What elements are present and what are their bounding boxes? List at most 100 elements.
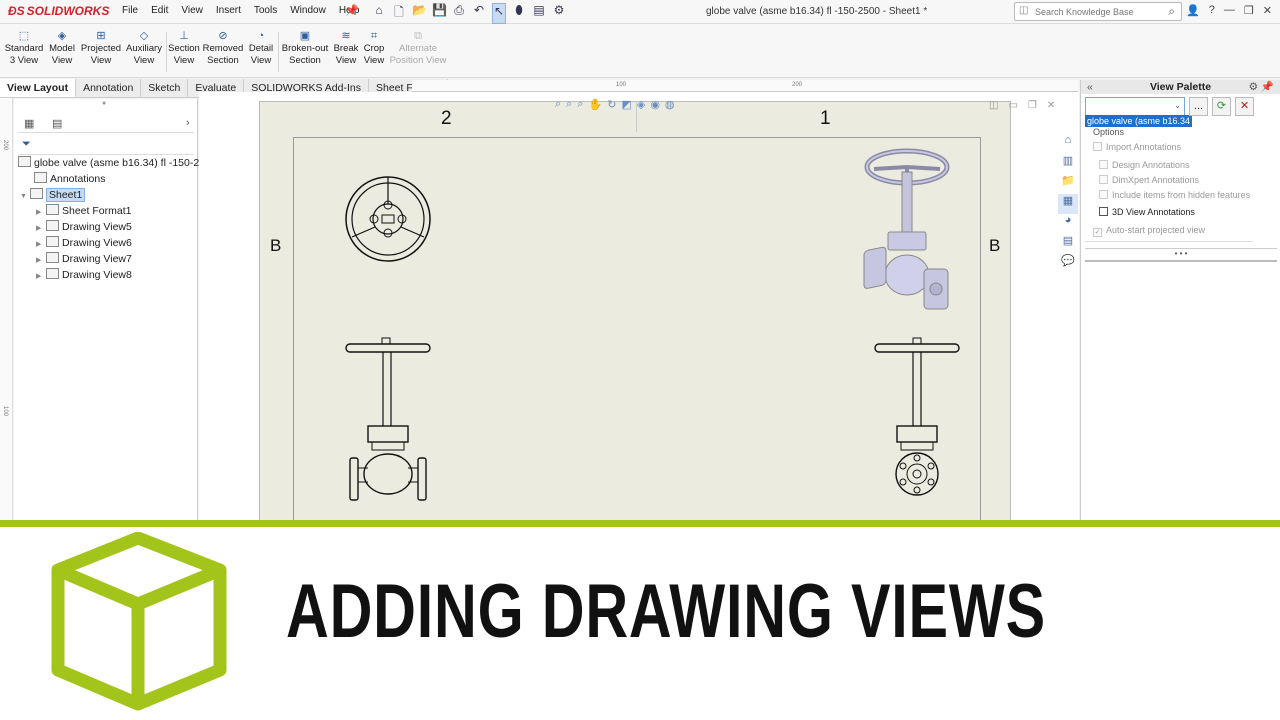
search-scope-icon[interactable]: ◫: [1019, 5, 1028, 16]
filter-icon[interactable]: ⏷: [22, 138, 31, 151]
view-settings-icon[interactable]: ◍: [665, 98, 675, 111]
search-icon[interactable]: ⌕: [1168, 4, 1175, 19]
expand-tabs-chevron-icon[interactable]: ›: [186, 117, 190, 129]
3d-view-annotations-checkbox[interactable]: 3D View Annotations: [1099, 207, 1195, 217]
panel-grip-icon[interactable]: ●: [102, 100, 106, 107]
tab-annotation[interactable]: Annotation: [76, 79, 142, 98]
file-properties-icon[interactable]: ▤: [532, 3, 546, 24]
refresh-button[interactable]: ⟳: [1212, 97, 1231, 116]
restore-icon[interactable]: ❐: [1244, 4, 1254, 17]
dimxpert-annotations-checkbox[interactable]: DimXpert Annotations: [1099, 175, 1199, 185]
design-annotations-checkbox[interactable]: Design Annotations: [1099, 160, 1190, 170]
options-gear-icon[interactable]: ⚙: [552, 3, 566, 24]
tree-item-sheet-format1[interactable]: ▶ Sheet Format1: [36, 204, 131, 217]
tree-item-drawing-view6[interactable]: ▶ Drawing View6: [36, 236, 132, 249]
browse-button[interactable]: ...: [1189, 97, 1208, 116]
menu-tools[interactable]: Tools: [254, 5, 277, 16]
home-icon[interactable]: ⌂: [372, 3, 386, 24]
zoom-to-area-icon[interactable]: ⌕: [566, 98, 572, 111]
split-view-icon[interactable]: ◫: [989, 100, 998, 111]
tab-sketch[interactable]: Sketch: [141, 79, 189, 98]
auto-start-projected-view-checkbox[interactable]: ✓ Auto-start projected view: [1093, 225, 1205, 237]
detail-view-button[interactable]: ◔ Detail View: [246, 30, 276, 67]
user-icon[interactable]: 👤: [1186, 4, 1200, 17]
collapse-arrow-icon[interactable]: ▼: [20, 193, 30, 200]
tree-item-sheet1[interactable]: ▼ Sheet1: [20, 188, 86, 202]
auxiliary-view-button[interactable]: ◇ Auxiliary View: [124, 30, 164, 67]
crop-view-button[interactable]: ⌗ Crop View: [362, 30, 386, 67]
menu-edit[interactable]: Edit: [151, 5, 168, 16]
tree-item-drawing-view8[interactable]: ▶ Drawing View8: [36, 268, 132, 281]
drawing-view-isometric[interactable]: [860, 147, 955, 317]
expand-arrow-icon[interactable]: ▶: [36, 272, 46, 280]
projected-view-button[interactable]: ⊞ Projected View: [80, 30, 122, 67]
select-pointer-icon[interactable]: ↖: [492, 3, 506, 24]
graphics-restore-icon[interactable]: ❐: [1028, 100, 1037, 111]
zoom-to-fit-icon[interactable]: ⌕: [555, 98, 561, 111]
chevron-down-icon[interactable]: ⌄: [1174, 101, 1181, 110]
graphics-close-icon[interactable]: ✕: [1047, 100, 1055, 111]
expand-arrow-icon[interactable]: ▶: [36, 208, 46, 216]
display-style-icon[interactable]: ◈: [637, 98, 645, 111]
collapse-panel-icon[interactable]: «: [1087, 80, 1093, 94]
undo-icon[interactable]: ↶: [472, 3, 486, 24]
tree-item-drawing-view7[interactable]: ▶ Drawing View7: [36, 252, 132, 265]
pin-panel-icon[interactable]: ⚙ 📌: [1249, 80, 1274, 94]
print-icon[interactable]: ⎙: [452, 3, 466, 24]
close-icon[interactable]: ✕: [1263, 4, 1272, 17]
tree-filter[interactable]: ⏷: [18, 135, 194, 155]
open-icon[interactable]: 📂: [412, 3, 427, 24]
drawing-view-top[interactable]: [344, 175, 434, 265]
view-palette-icon[interactable]: ▦: [1058, 194, 1078, 214]
break-view-button[interactable]: ≋ Break View: [332, 30, 360, 67]
model-dropdown[interactable]: ⌄: [1085, 97, 1185, 116]
new-document-icon[interactable]: 🗋: [392, 3, 406, 24]
pin-menu-icon[interactable]: 📌: [345, 4, 359, 17]
import-annotations-checkbox[interactable]: Import Annotations: [1093, 142, 1181, 152]
view-orientation-icon[interactable]: ◩: [621, 98, 631, 111]
pan-icon[interactable]: ✋: [589, 98, 603, 111]
propertymanager-tab-icon[interactable]: ▤: [52, 117, 62, 130]
drawing-view-right[interactable]: [873, 336, 963, 506]
tree-item-annotations[interactable]: Annotations: [34, 172, 105, 185]
standard-3-view-button[interactable]: ⬚ Standard 3 View: [4, 30, 44, 67]
traffic-light-icon[interactable]: ⬮: [512, 3, 526, 24]
design-library-icon[interactable]: ▥: [1058, 154, 1078, 174]
solidworks-resources-icon[interactable]: ⌂: [1058, 134, 1078, 154]
help-icon[interactable]: ?: [1209, 4, 1215, 17]
graphics-area[interactable]: 2 1 B B ◫ ▭ ❐ ✕: [199, 92, 1079, 520]
expand-arrow-icon[interactable]: ▶: [36, 224, 46, 232]
featuremanager-tab-icon[interactable]: ▦: [24, 117, 34, 130]
tree-root[interactable]: globe valve (asme b16.34) fl -150-25: [18, 156, 205, 169]
drawing-view-front[interactable]: [344, 336, 434, 506]
broken-out-section-button[interactable]: ▣ Broken-out Section: [280, 30, 330, 67]
expand-arrow-icon[interactable]: ▶: [36, 256, 46, 264]
rotate-icon[interactable]: ↻: [607, 98, 616, 111]
dropdown-selected-item[interactable]: globe valve (asme b16.34: [1085, 115, 1193, 127]
solidworks-logo[interactable]: ƉS SOLIDWORKS: [8, 4, 109, 18]
save-icon[interactable]: 💾: [432, 3, 447, 24]
graphics-minimize-icon[interactable]: ▭: [1008, 100, 1017, 111]
hide-show-items-icon[interactable]: ◉: [650, 98, 660, 111]
drawing-sheet[interactable]: 2 1 B B: [259, 101, 1011, 520]
menu-file[interactable]: File: [122, 5, 138, 16]
menu-view[interactable]: View: [181, 5, 203, 16]
section-view-button[interactable]: ⊥ Section View: [168, 30, 200, 67]
solidworks-forum-icon[interactable]: 💬: [1058, 254, 1078, 274]
appearances-icon[interactable]: ◕: [1058, 214, 1078, 234]
minimize-icon[interactable]: —: [1224, 4, 1235, 17]
tree-item-drawing-view5[interactable]: ▶ Drawing View5: [36, 220, 132, 233]
alternate-position-view-button[interactable]: ⧉ Alternate Position View: [388, 30, 448, 67]
previous-view-icon[interactable]: ⌕: [577, 98, 583, 111]
file-explorer-icon[interactable]: 📁: [1058, 174, 1078, 194]
custom-properties-icon[interactable]: ▤: [1058, 234, 1078, 254]
tab-view-layout[interactable]: View Layout: [0, 79, 77, 98]
include-hidden-features-checkbox[interactable]: Include items from hidden features: [1099, 190, 1250, 200]
removed-section-button[interactable]: ⊘ Removed Section: [202, 30, 244, 67]
menu-insert[interactable]: Insert: [216, 5, 241, 16]
menu-window[interactable]: Window: [290, 5, 326, 16]
clear-button[interactable]: ✕: [1235, 97, 1254, 116]
knowledge-base-search[interactable]: ◫ Search Knowledge Base ⌕: [1014, 2, 1182, 21]
palette-splitter[interactable]: • • •: [1085, 248, 1277, 262]
expand-arrow-icon[interactable]: ▶: [36, 240, 46, 248]
